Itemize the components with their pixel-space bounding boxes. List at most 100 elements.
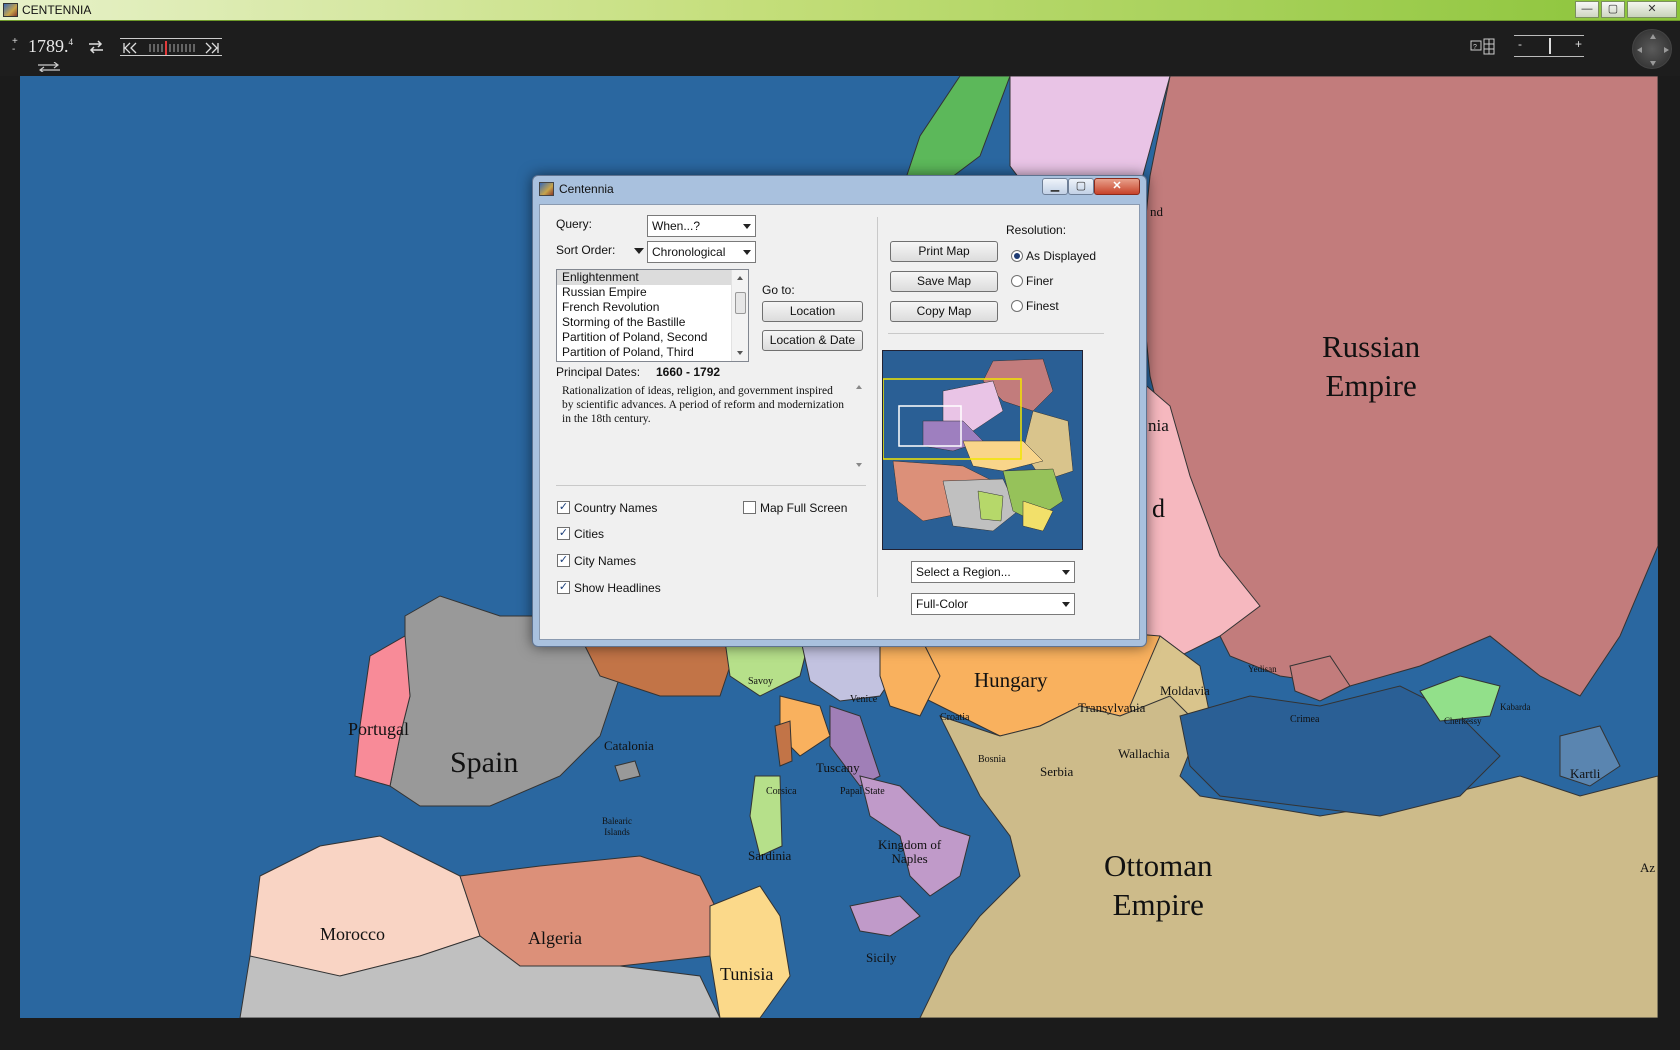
chevron-down-icon bbox=[1062, 602, 1070, 607]
dialog-body: Query: When...? Sort Order: Chronologica… bbox=[539, 204, 1140, 640]
scroll-down-icon[interactable] bbox=[737, 351, 743, 355]
resolution-finer-radio[interactable] bbox=[1011, 275, 1023, 287]
list-item[interactable]: Storming of the Bastille bbox=[557, 315, 748, 330]
chevron-down-icon bbox=[743, 250, 751, 255]
label-cherkessy: Cherkessy bbox=[1444, 716, 1482, 726]
map-full-screen-checkbox[interactable] bbox=[743, 501, 756, 514]
resolution-finest-radio[interactable] bbox=[1011, 300, 1023, 312]
app-icon bbox=[3, 3, 18, 17]
scroll-up-icon[interactable] bbox=[737, 276, 743, 280]
label-russian-empire: Russian Empire bbox=[1322, 329, 1421, 403]
label-corsica: Corsica bbox=[766, 786, 797, 797]
scroll-thumb[interactable] bbox=[735, 292, 746, 314]
status-bar bbox=[0, 1018, 1680, 1050]
label-az: Az bbox=[1640, 860, 1656, 875]
swap-arrows-icon[interactable] bbox=[36, 59, 62, 74]
label-serbia: Serbia bbox=[1040, 764, 1074, 779]
step-up-icon[interactable]: + - bbox=[12, 37, 18, 55]
sort-order-value: Chronological bbox=[652, 245, 726, 259]
dialog-maximize-button[interactable]: ▢ bbox=[1068, 178, 1094, 195]
goto-label: Go to: bbox=[762, 283, 795, 297]
scroll-down-icon[interactable] bbox=[856, 463, 862, 467]
sort-direction-icon[interactable] bbox=[634, 248, 644, 254]
label-portugal: Portugal bbox=[348, 719, 409, 739]
location-date-button[interactable]: Location & Date bbox=[762, 330, 863, 351]
query-label: Query: bbox=[556, 217, 593, 231]
region-select[interactable]: Select a Region... bbox=[911, 561, 1075, 583]
close-button[interactable]: ✕ bbox=[1627, 1, 1677, 18]
label-kingdom-of-naples: Kingdom of Naples bbox=[878, 837, 942, 866]
city-names-checkbox[interactable]: ✓ bbox=[557, 554, 570, 567]
list-item[interactable]: Enlightenment bbox=[557, 270, 748, 285]
description-scrollbar[interactable] bbox=[854, 381, 864, 471]
label-crimea: Crimea bbox=[1290, 714, 1320, 725]
color-mode-select[interactable]: Full-Color bbox=[911, 593, 1075, 615]
label-croatia: Croatia bbox=[940, 712, 970, 723]
label-morocco: Morocco bbox=[320, 924, 385, 944]
dialog-title: Centennia bbox=[559, 182, 614, 196]
country-names-checkbox[interactable]: ✓ bbox=[557, 501, 570, 514]
minimize-button[interactable]: — bbox=[1575, 1, 1599, 18]
list-item[interactable]: Partition of Poland, Third bbox=[557, 345, 748, 360]
country-names-label: Country Names bbox=[574, 501, 658, 515]
maximize-button[interactable]: ▢ bbox=[1601, 1, 1625, 18]
map-full-screen-label: Map Full Screen bbox=[760, 501, 848, 515]
label-savoy: Savoy bbox=[748, 676, 773, 687]
sort-order-select[interactable]: Chronological bbox=[647, 241, 756, 263]
cities-checkbox[interactable]: ✓ bbox=[557, 527, 570, 540]
label-catalonia: Catalonia bbox=[604, 738, 654, 753]
svg-text:?: ? bbox=[1473, 44, 1477, 51]
events-list-scrollbar[interactable] bbox=[731, 270, 748, 361]
query-select[interactable]: When...? bbox=[647, 215, 756, 237]
cities-label: Cities bbox=[574, 527, 605, 541]
label-wallachia: Wallachia bbox=[1118, 746, 1170, 761]
list-item[interactable]: Russian Empire bbox=[557, 285, 748, 300]
events-list[interactable]: Enlightenment Russian Empire French Revo… bbox=[556, 269, 749, 362]
location-button[interactable]: Location bbox=[762, 301, 863, 322]
principal-dates-label: Principal Dates: bbox=[556, 365, 641, 379]
copy-map-button[interactable]: Copy Map bbox=[890, 301, 998, 322]
zoom-out-label: - bbox=[1518, 37, 1522, 51]
divider bbox=[888, 333, 1104, 334]
query-select-value: When...? bbox=[652, 219, 701, 233]
dialog-close-button[interactable]: ✕ bbox=[1094, 178, 1140, 195]
toolbar: + - 1789.4 ? - + bbox=[0, 21, 1680, 76]
dialog-app-icon bbox=[539, 182, 554, 196]
resolution-as-displayed-radio[interactable] bbox=[1011, 250, 1023, 262]
list-item[interactable]: French Revolution bbox=[557, 300, 748, 315]
resolution-finest-label: Finest bbox=[1026, 299, 1059, 313]
scroll-up-icon[interactable] bbox=[856, 385, 862, 389]
nav-wheel-icon[interactable] bbox=[1632, 29, 1672, 69]
label-moldavia: Moldavia bbox=[1160, 683, 1210, 698]
label-sardinia: Sardinia bbox=[748, 848, 792, 863]
window-title: CENTENNIA bbox=[22, 3, 92, 17]
map-mode-icon[interactable]: ? bbox=[1470, 38, 1496, 56]
save-map-button[interactable]: Save Map bbox=[890, 271, 998, 292]
dialog-minimize-button[interactable]: ▁ bbox=[1042, 178, 1068, 195]
event-description: Rationalization of ideas, religion, and … bbox=[562, 385, 844, 425]
window-titlebar: CENTENNIA — ▢ ✕ bbox=[0, 0, 1680, 21]
resolution-as-displayed-label: As Displayed bbox=[1026, 249, 1097, 263]
label-fragment-nia: nia bbox=[1148, 416, 1169, 435]
loop-icon[interactable] bbox=[88, 39, 104, 55]
show-headlines-checkbox[interactable]: ✓ bbox=[557, 581, 570, 594]
city-names-label: City Names bbox=[574, 554, 637, 568]
chevron-down-icon bbox=[1062, 570, 1070, 575]
color-mode-value: Full-Color bbox=[916, 597, 969, 611]
show-headlines-label: Show Headlines bbox=[574, 581, 661, 595]
label-fragment-d: d bbox=[1152, 494, 1165, 523]
print-map-button[interactable]: Print Map bbox=[890, 241, 998, 262]
label-transylvania: Transylvania bbox=[1078, 700, 1146, 715]
year-display[interactable]: 1789.4 bbox=[28, 36, 73, 57]
label-yedisan: Yedisan bbox=[1248, 664, 1277, 674]
chevron-down-icon bbox=[743, 224, 751, 229]
timeline-slider[interactable] bbox=[120, 38, 222, 56]
zoom-slider[interactable]: - + bbox=[1514, 35, 1584, 57]
label-kabarda: Kabarda bbox=[1500, 702, 1531, 712]
overview-minimap[interactable] bbox=[882, 350, 1083, 550]
zoom-thumb[interactable] bbox=[1549, 38, 1551, 54]
zoom-in-label: + bbox=[1575, 37, 1583, 51]
list-item[interactable]: Partition of Poland, Second bbox=[557, 330, 748, 345]
label-bosnia: Bosnia bbox=[978, 754, 1006, 765]
resolution-label: Resolution: bbox=[1006, 223, 1067, 237]
